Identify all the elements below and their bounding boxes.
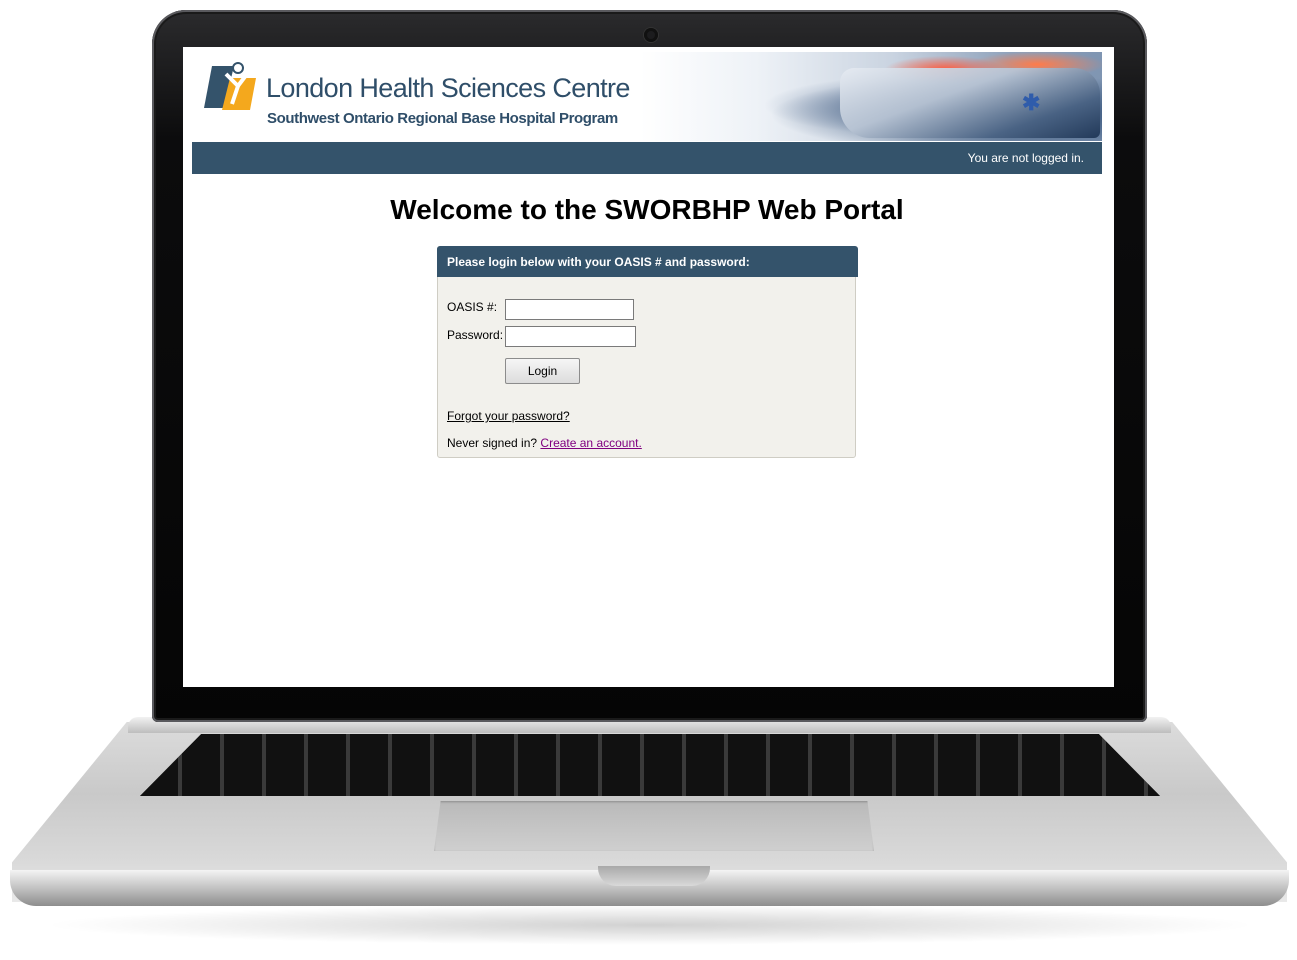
lhsc-logo-icon [204, 62, 256, 110]
organization-subtitle: Southwest Ontario Regional Base Hospital… [267, 110, 618, 127]
signup-line: Never signed in? Create an account. [447, 436, 642, 450]
laptop-shadow [40, 905, 1260, 945]
ambulance-graphic [840, 68, 1100, 138]
organization-name: London Health Sciences Centre [266, 73, 630, 103]
password-label: Password: [447, 328, 504, 342]
login-instructions: Please login below with your OASIS # and… [447, 255, 750, 269]
forgot-password-link[interactable]: Forgot your password? [447, 409, 570, 423]
laptop-lid-notch [598, 866, 710, 886]
signup-prefix: Never signed in? [447, 436, 538, 450]
password-input[interactable] [505, 326, 636, 347]
laptop-keyboard [140, 734, 1160, 796]
login-button[interactable]: Login [505, 358, 580, 384]
oasis-label: OASIS #: [447, 300, 498, 314]
webcam-icon [644, 28, 658, 42]
oasis-number-input[interactable] [505, 299, 634, 320]
login-panel: Please login below with your OASIS # and… [437, 246, 858, 458]
nav-bar: You are not logged in. [192, 142, 1102, 174]
site-header: London Health Sciences Centre Southwest … [192, 52, 1102, 141]
create-account-link[interactable]: Create an account. [540, 436, 641, 450]
login-panel-header: Please login below with your OASIS # and… [437, 246, 858, 277]
ambulance-banner-image: ✱ [640, 52, 1102, 141]
login-status-text: You are not logged in. [967, 151, 1084, 165]
page-title: Welcome to the SWORBHP Web Portal [390, 194, 904, 225]
star-of-life-icon: ✱ [1022, 90, 1041, 115]
laptop-screen: London Health Sciences Centre Southwest … [183, 47, 1114, 687]
laptop-trackpad [434, 801, 874, 851]
